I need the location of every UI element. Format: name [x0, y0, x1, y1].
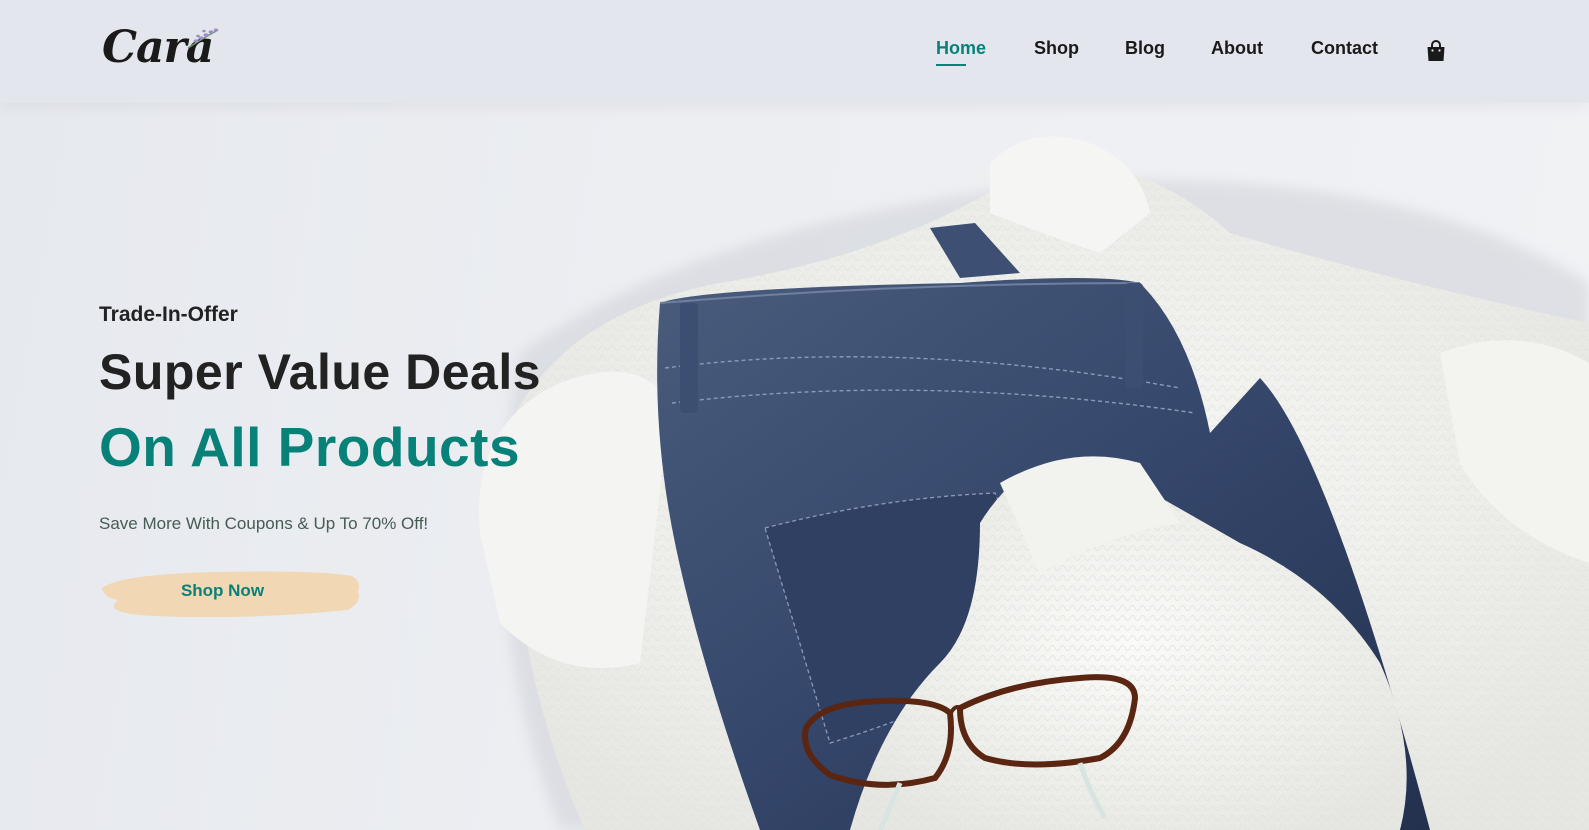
- nav-about[interactable]: About: [1211, 38, 1263, 59]
- shop-now-button[interactable]: Shop Now: [100, 568, 365, 620]
- offer-kicker: Trade-In-Offer: [99, 303, 238, 326]
- hero-highlight: On All Products: [99, 416, 521, 478]
- hero-headline: Super Value Deals: [99, 344, 542, 400]
- nav-contact[interactable]: Contact: [1311, 38, 1378, 59]
- main-nav: Home Shop Blog About Contact: [0, 38, 1589, 68]
- nav-home[interactable]: Home: [936, 38, 986, 66]
- hero-banner: Trade-In-Offer Super Value Deals On All …: [0, 103, 1589, 830]
- nav-blog[interactable]: Blog: [1125, 38, 1165, 59]
- hero-subtext: Save More With Coupons & Up To 70% Off!: [99, 514, 429, 533]
- shop-now-label: Shop Now: [180, 581, 265, 600]
- nav-shop[interactable]: Shop: [1034, 38, 1079, 59]
- shopping-bag-icon[interactable]: [1426, 40, 1446, 62]
- site-header: Cara Home Shop Blog About Contact: [0, 0, 1589, 103]
